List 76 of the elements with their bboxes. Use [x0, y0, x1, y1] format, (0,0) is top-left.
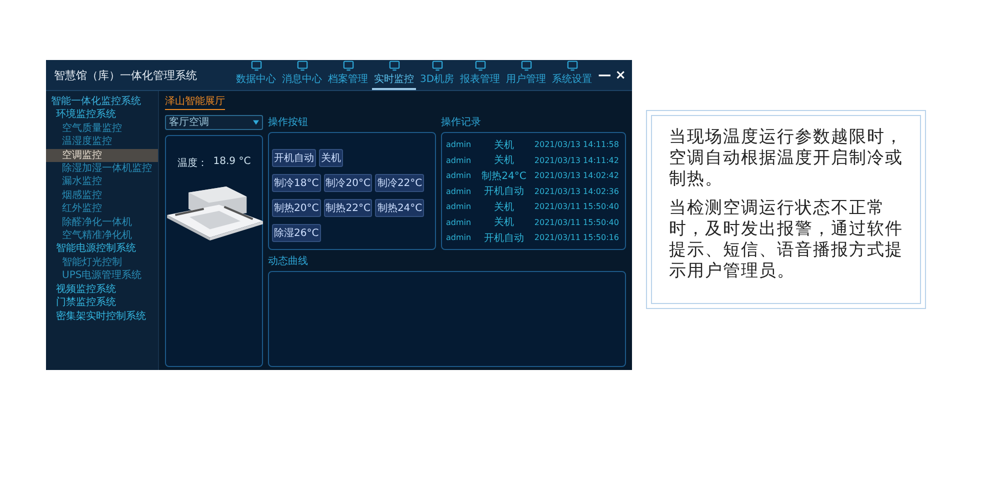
tree-item[interactable]: 空气精准净化机: [46, 229, 158, 242]
table-cell-text: admin: [446, 171, 472, 180]
table-cell-text: 关机: [493, 216, 515, 230]
nav-tab[interactable]: 数据中心: [234, 60, 278, 90]
table-cell-text: admin: [446, 202, 472, 212]
table-cell-text: 2021/03/11 15:50:40: [533, 202, 620, 212]
nav-tab[interactable]: 消息中心: [280, 60, 324, 90]
close-button[interactable]: ×: [615, 68, 626, 82]
tree-item[interactable]: 密集架实时控制系统: [46, 310, 158, 323]
nav-tab[interactable]: 用户管理: [504, 60, 548, 90]
table-cell-text: admin: [446, 156, 472, 165]
panel-title: 操作按钮: [268, 116, 309, 129]
control-button[interactable]: 制冷22°C: [375, 174, 424, 192]
table-cell-text: 开机自动: [483, 184, 525, 198]
tree-item[interactable]: UPS电源管理系统: [46, 269, 158, 283]
tree-item[interactable]: 空调监控: [46, 148, 158, 162]
table-cell-text: 2021/03/13 14:11:42: [533, 156, 620, 165]
table-cell-text: admin: [446, 218, 472, 227]
tree-item[interactable]: 红外监控: [46, 202, 158, 216]
location-tab[interactable]: 泽山智能展厅: [165, 94, 225, 110]
tree-item[interactable]: 门禁监控系统: [46, 296, 158, 310]
nav-tab[interactable]: 系统设置: [550, 60, 594, 90]
screen-icon: [250, 60, 262, 71]
table-cell-text: admin: [446, 140, 472, 150]
nav-tab[interactable]: 档案管理: [326, 60, 370, 90]
table-cell-text: 制热24°C: [480, 170, 528, 183]
table-cell-text: 关机: [493, 200, 515, 214]
screen-icon: [432, 60, 443, 71]
temperature-label: 温度：: [177, 156, 208, 170]
table-cell-text: 开机自动: [483, 232, 525, 245]
nav-tab[interactable]: 报表管理: [458, 60, 502, 90]
screen-icon: [342, 60, 354, 71]
tree-item[interactable]: 除醛净化一体机: [46, 216, 158, 230]
device-dropdown[interactable]: 客厅空调: [165, 115, 263, 130]
screen-icon: [296, 60, 308, 71]
control-button[interactable]: 制热24°C: [375, 199, 424, 217]
control-button[interactable]: 制冷18°C: [272, 174, 321, 192]
table-cell-text: 2021/03/11 15:50:40: [533, 218, 620, 227]
temperature-value: 18.9 °C: [213, 156, 251, 169]
control-button[interactable]: 制热22°C: [324, 199, 372, 217]
panel-title: 操作记录: [441, 116, 482, 129]
tree-item[interactable]: 智能灯光控制: [46, 256, 158, 270]
screen-icon: [388, 60, 400, 71]
tree-item[interactable]: 智能一体化监控系统: [46, 95, 158, 108]
tree-item[interactable]: 漏水监控: [46, 175, 158, 189]
tree-item[interactable]: 空气质量监控: [46, 122, 158, 136]
tree-item[interactable]: 环境监控系统: [46, 108, 158, 122]
table-cell-text: admin: [446, 233, 472, 242]
screen-icon: [566, 60, 578, 71]
control-button[interactable]: 除湿26°C: [272, 224, 321, 242]
description-text: 当检测空调运行状态不正常时，及时发出报警，通过软件提示、短信、语音播报方式提示用户管理员。: [669, 198, 904, 282]
control-button[interactable]: 制冷20°C: [324, 174, 372, 192]
minimize-button[interactable]: —: [598, 68, 612, 82]
caret-icon: [253, 120, 259, 125]
table-cell-text: 2021/03/13 14:02:42: [533, 171, 620, 180]
table-cell-text: admin: [446, 186, 472, 196]
panel-title: 动态曲线: [268, 254, 309, 268]
table-cell-text: 2021/03/13 14:11:58: [533, 140, 620, 150]
control-button[interactable]: 制热20°C: [272, 199, 321, 217]
nav-tab[interactable]: 实时监控: [372, 60, 416, 90]
table-cell-text: 2021/03/11 15:50:16: [533, 233, 620, 242]
tree-item[interactable]: 除湿加湿一体机监控: [46, 162, 158, 176]
window-title: 智慧馆（库）一体化管理系统: [54, 68, 197, 82]
table-cell-text: 关机: [493, 154, 515, 168]
tree-item[interactable]: 视频监控系统: [46, 282, 158, 296]
screen-icon: [520, 60, 532, 71]
screen-icon: [474, 60, 486, 71]
tree-item[interactable]: 智能电源控制系统: [46, 242, 158, 256]
description-text: 当现场温度运行参数越限时，空调自动根据温度开启制冷或制热。: [669, 127, 904, 190]
nav-tab[interactable]: 3D机房: [418, 60, 456, 90]
tree-item[interactable]: 烟感监控: [46, 188, 158, 202]
control-button[interactable]: 开机自动: [272, 149, 316, 167]
control-button[interactable]: 关机: [319, 149, 343, 167]
table-cell-text: 2021/03/13 14:02:36: [533, 186, 620, 196]
tree-item[interactable]: 温湿度监控: [46, 135, 158, 149]
table-cell-text: 关机: [493, 138, 515, 152]
